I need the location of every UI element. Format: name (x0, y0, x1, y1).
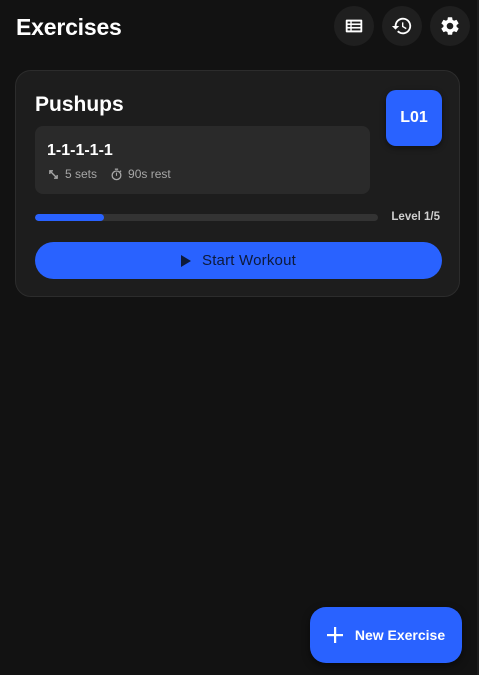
gear-icon (441, 17, 459, 35)
level-progress-fill (35, 214, 104, 221)
exercise-name: Pushups (35, 93, 124, 116)
new-exercise-label: New Exercise (354, 627, 446, 643)
history-button[interactable] (382, 6, 422, 46)
level-progress-label: Level 1/5 (391, 211, 440, 223)
exercise-meta: 5 sets 90s rest (47, 166, 171, 182)
stopwatch-icon (111, 168, 122, 180)
sets-count: 5 sets (65, 167, 98, 181)
start-workout-label: Start Workout (201, 252, 297, 269)
new-exercise-button[interactable]: New Exercise (310, 607, 462, 663)
rep-scheme-box: 1-1-1-1-1 5 sets 90s rest (35, 126, 370, 194)
plus-icon (326, 627, 343, 643)
list-view-button[interactable] (334, 6, 374, 46)
rep-scheme: 1-1-1-1-1 (47, 142, 113, 159)
level-badge: L01 (386, 90, 442, 146)
app-header: Exercises (16, 6, 471, 48)
play-icon (180, 254, 191, 267)
page-title: Exercises (16, 14, 122, 40)
list-icon (345, 19, 363, 33)
level-progress-bar (35, 214, 378, 221)
rest-duration: 90s rest (128, 167, 171, 181)
exercise-card[interactable]: Pushups L01 1-1-1-1-1 5 sets 90s rest Le… (15, 70, 460, 297)
expand-arrows-icon (49, 169, 58, 179)
settings-button[interactable] (430, 6, 470, 46)
start-workout-button[interactable]: Start Workout (35, 242, 442, 279)
history-icon (391, 17, 412, 35)
